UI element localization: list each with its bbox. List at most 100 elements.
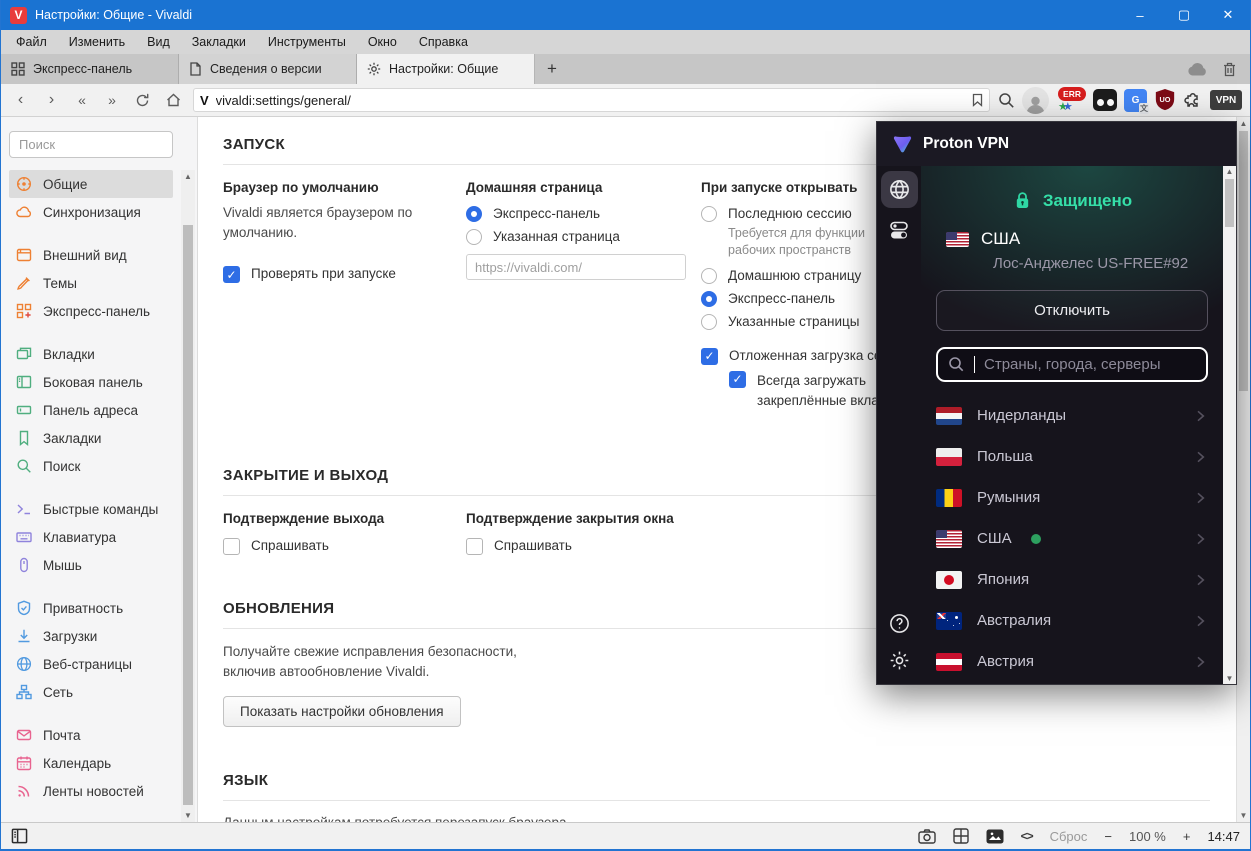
exit-confirm-checkbox[interactable] <box>223 538 240 555</box>
scroll-down-icon[interactable]: ▼ <box>181 811 195 820</box>
sidebar-item-privacy[interactable]: Приватность <box>9 594 173 622</box>
sidebar-item-mouse[interactable]: Мышь <box>9 551 173 579</box>
sidebar-item-mail[interactable]: Почта <box>9 721 173 749</box>
scroll-down-icon[interactable]: ▼ <box>1223 674 1236 683</box>
last-session-radio[interactable] <box>701 206 717 222</box>
tab-speed-dial[interactable]: Экспресс-панель <box>1 54 179 84</box>
lazy-load-checkbox[interactable]: ✓ <box>701 348 718 365</box>
translate-extension-icon[interactable]: G <box>1124 89 1147 112</box>
zoom-in-button[interactable]: + <box>1183 829 1191 844</box>
scroll-up-icon[interactable]: ▲ <box>181 172 195 181</box>
page-actions-image-icon[interactable] <box>986 829 1004 844</box>
menu-edit[interactable]: Изменить <box>58 30 136 54</box>
sidebar-item-webpages[interactable]: Веб-страницы <box>9 650 173 678</box>
sidebar-item-quick-commands[interactable]: Быстрые команды <box>9 495 173 523</box>
country-row-usa[interactable]: США <box>936 518 1208 559</box>
help-icon[interactable] <box>888 612 911 635</box>
capture-camera-icon[interactable] <box>918 829 936 844</box>
extension-error-button[interactable]: ★★ ERR <box>1056 87 1086 113</box>
tiling-icon[interactable] <box>953 828 969 844</box>
country-row-poland[interactable]: Польша <box>936 436 1208 477</box>
country-row-australia[interactable]: Австралия <box>936 600 1208 641</box>
homepage-specific-radio[interactable] <box>466 229 482 245</box>
zoom-out-button[interactable]: − <box>1104 829 1112 844</box>
specific-pages-radio[interactable] <box>701 314 717 330</box>
vpn-scrollbar[interactable]: ▲ ▼ <box>1223 166 1236 684</box>
menu-help[interactable]: Справка <box>408 30 479 54</box>
scroll-down-icon[interactable]: ▼ <box>1237 811 1250 820</box>
settings-search-input[interactable] <box>9 131 173 158</box>
scrollbar-thumb[interactable] <box>1239 131 1248 391</box>
sidebar-item-themes[interactable]: Темы <box>9 269 173 297</box>
bookmark-icon[interactable] <box>972 93 983 107</box>
search-icon[interactable] <box>998 92 1015 109</box>
homepage-speed-dial-radio[interactable] <box>466 206 482 222</box>
sidebar-item-tabs[interactable]: Вкладки <box>9 340 173 368</box>
page-scrollbar[interactable]: ▲ ▼ <box>1236 117 1250 822</box>
country-row-austria[interactable]: Австрия <box>936 641 1208 682</box>
menu-file[interactable]: Файл <box>5 30 58 54</box>
scroll-up-icon[interactable]: ▲ <box>1223 167 1236 176</box>
sidebar-item-feeds[interactable]: Ленты новостей <box>9 777 173 805</box>
sidebar-item-network[interactable]: Сеть <box>9 678 173 706</box>
country-row-romania[interactable]: Румыния <box>936 477 1208 518</box>
code-icon[interactable]: <> <box>1021 829 1033 843</box>
ublock-extension-icon[interactable]: UO <box>1154 88 1176 112</box>
sidebar-item-panel[interactable]: Боковая панель <box>9 368 173 396</box>
window-close-checkbox[interactable] <box>466 538 483 555</box>
country-row-netherlands[interactable]: Нидерланды <box>936 395 1208 436</box>
sidebar-item-appearance[interactable]: Внешний вид <box>9 241 173 269</box>
vpn-search-field[interactable]: Страны, города, серверы <box>936 347 1208 382</box>
show-update-settings-button[interactable]: Показать настройки обновления <box>223 696 461 727</box>
sidebar-item-sync[interactable]: Синхронизация <box>9 198 173 226</box>
sidebar-item-address-bar[interactable]: Панель адреса <box>9 396 173 424</box>
new-tab-button[interactable]: + <box>535 54 569 84</box>
sidebar-item-speed-dial[interactable]: Экспресс-панель <box>9 297 173 325</box>
panel-toggle-icon[interactable] <box>11 828 28 844</box>
maximize-button[interactable]: ▢ <box>1162 0 1206 30</box>
sync-cloud-icon[interactable] <box>1187 62 1207 76</box>
tab-about-version[interactable]: Сведения о версии <box>179 54 357 84</box>
sidebar-scrollbar[interactable]: ▲ ▼ <box>181 170 195 822</box>
zoom-reset-button[interactable]: Сброс <box>1050 829 1088 844</box>
load-pinned-checkbox[interactable]: ✓ <box>729 371 746 388</box>
menu-bookmarks[interactable]: Закладки <box>181 30 257 54</box>
disconnect-button[interactable]: Отключить <box>936 290 1208 331</box>
sidebar-item-general[interactable]: Общие <box>9 170 173 198</box>
tab-settings-general[interactable]: Настройки: Общие <box>357 54 535 84</box>
url-text[interactable]: vivaldi:settings/general/ <box>216 93 972 108</box>
url-field[interactable]: V vivaldi:settings/general/ <box>193 88 990 112</box>
open-homepage-radio[interactable] <box>701 268 717 284</box>
trash-icon[interactable] <box>1223 62 1236 77</box>
vpn-tab-connection[interactable] <box>881 171 918 208</box>
back-icon[interactable]: ‹ <box>5 87 36 113</box>
sidebar-item-calendar[interactable]: Календарь <box>9 749 173 777</box>
extension-dark-icon[interactable] <box>1093 89 1117 111</box>
settings-gear-icon[interactable] <box>888 649 911 672</box>
vpn-extension-button[interactable]: VPN <box>1210 90 1242 110</box>
sidebar-item-keyboard[interactable]: Клавиатура <box>9 523 173 551</box>
reload-icon[interactable] <box>127 87 158 113</box>
sidebar-item-downloads[interactable]: Загрузки <box>9 622 173 650</box>
fast-forward-icon[interactable]: » <box>97 87 127 113</box>
minimize-button[interactable]: – <box>1118 0 1162 30</box>
profile-avatar[interactable] <box>1022 87 1049 114</box>
scrollbar-thumb[interactable] <box>183 225 193 805</box>
menu-tools[interactable]: Инструменты <box>257 30 357 54</box>
open-speed-dial-radio[interactable] <box>701 291 717 307</box>
vpn-tab-settings-toggles[interactable] <box>887 218 911 242</box>
menu-window[interactable]: Окно <box>357 30 408 54</box>
scrollbar-thumb[interactable] <box>1225 179 1234 227</box>
scroll-up-icon[interactable]: ▲ <box>1237 119 1250 128</box>
sidebar-item-bookmarks[interactable]: Закладки <box>9 424 173 452</box>
check-on-startup-checkbox[interactable]: ✓ <box>223 266 240 283</box>
home-icon[interactable] <box>158 87 189 113</box>
homepage-url-input[interactable] <box>466 254 686 280</box>
rewind-icon[interactable]: « <box>67 87 97 113</box>
menu-view[interactable]: Вид <box>136 30 181 54</box>
extensions-puzzle-icon[interactable] <box>1183 90 1203 110</box>
country-row-japan[interactable]: Япония <box>936 559 1208 600</box>
close-button[interactable]: ✕ <box>1206 0 1250 30</box>
forward-icon[interactable]: › <box>36 87 67 113</box>
sidebar-item-search[interactable]: Поиск <box>9 452 173 480</box>
